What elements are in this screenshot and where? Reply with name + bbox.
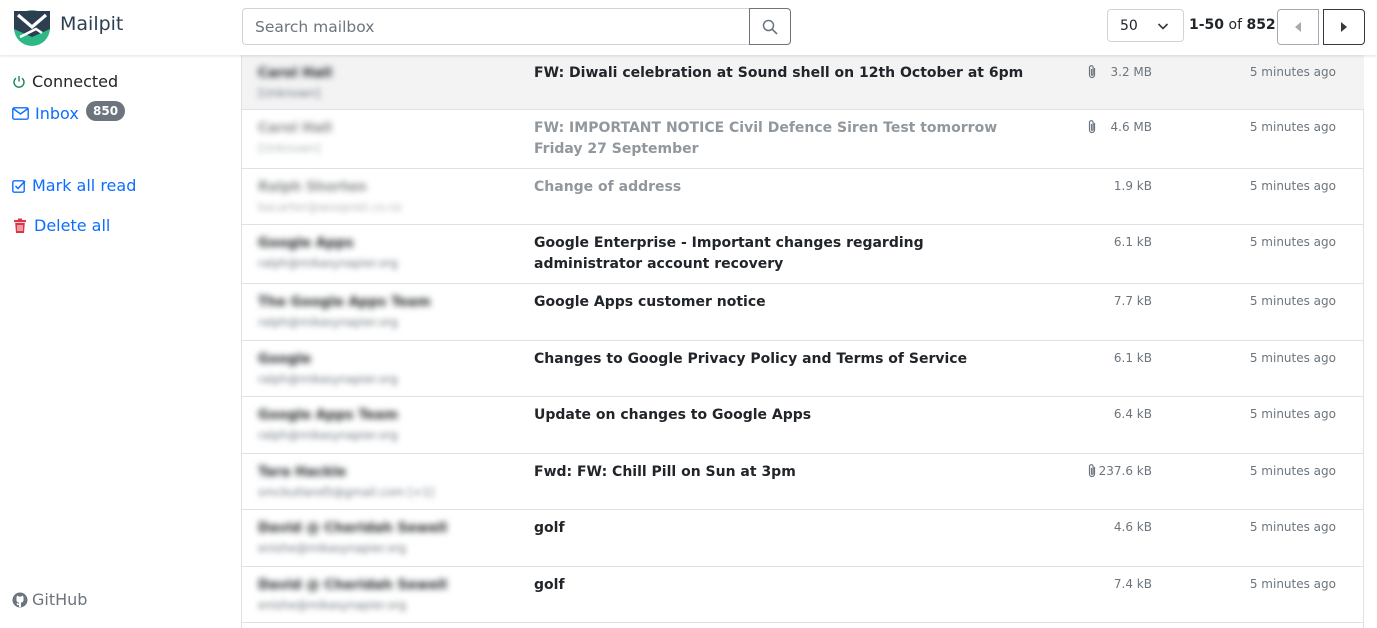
message-list: Carol Hall [Unknown] FW: Diwali celebratio… xyxy=(241,55,1364,628)
message-from-name: Google xyxy=(258,351,312,367)
search-icon xyxy=(762,19,778,35)
message-subject: Google Enterprise - Important changes re… xyxy=(534,235,924,272)
mailpit-logo-icon[interactable] xyxy=(12,7,52,47)
chevron-down-icon xyxy=(1157,23,1169,30)
message-from-name: The Google Apps Team xyxy=(258,294,431,310)
message-from-name: Tara Hackle xyxy=(258,464,347,480)
message-subject: FW: Diwali celebration at Sound shell on… xyxy=(534,65,1024,81)
message-row[interactable]: Carol Hall [Unknown] FW: IMPORTANT NOTICE … xyxy=(242,110,1364,169)
delete-all-button[interactable]: Delete all xyxy=(12,216,110,235)
message-from-email: enishe@mikasynapier.org xyxy=(258,598,407,612)
paperclip-icon xyxy=(1088,120,1096,134)
message-row[interactable]: Carol Hall [Unknown] FW: Diwali celebratio… xyxy=(242,55,1364,110)
message-row[interactable]: Ralph Shorten bacarter@woopnet.co.nz Chang… xyxy=(242,169,1364,225)
connection-status-label: Connected xyxy=(32,72,119,91)
message-from-name: Ralph Shorten xyxy=(258,179,367,195)
message-row[interactable]: Google Apps Team ralph@mikasynapier.org Up… xyxy=(242,397,1364,454)
mark-all-read-label: Mark all read xyxy=(32,176,137,195)
message-size: 7.4 kB xyxy=(1113,577,1152,591)
next-page-button[interactable] xyxy=(1323,9,1365,45)
github-link[interactable]: GitHub xyxy=(12,590,87,609)
message-time: 5 minutes ago xyxy=(1249,120,1336,134)
message-from-email: bacarter@woopnet.co.nz xyxy=(258,200,402,214)
power-icon xyxy=(13,75,25,88)
message-subject: Fwd: FW: Chill Pill on Sun at 3pm xyxy=(534,464,796,480)
paperclip-icon xyxy=(1088,464,1096,478)
paperclip-icon xyxy=(1088,65,1096,79)
message-size: 6.4 kB xyxy=(1113,407,1152,421)
message-time: 5 minutes ago xyxy=(1249,577,1336,591)
caret-left-icon xyxy=(1295,22,1301,32)
trash-icon xyxy=(14,218,26,233)
message-row[interactable]: Tara Hackle smcbutland5@gmail.com [+1] Fwd… xyxy=(242,454,1364,510)
message-time: 5 minutes ago xyxy=(1249,294,1336,308)
message-time: 5 minutes ago xyxy=(1249,464,1336,478)
message-from-email: smcbutland5@gmail.com [+1] xyxy=(258,485,434,499)
message-from-email: ralph@mikasynapier.org xyxy=(258,256,398,270)
message-size: 4.6 MB xyxy=(1110,120,1152,134)
pagination-of: of xyxy=(1228,17,1243,33)
message-from-name: Google Apps Team xyxy=(258,407,399,423)
check-square-icon xyxy=(12,179,26,193)
message-subject: golf xyxy=(534,577,565,593)
previous-page-button[interactable] xyxy=(1277,9,1319,45)
github-icon xyxy=(12,592,28,607)
message-from-email: enishe@mikasynapier.org xyxy=(258,541,407,555)
message-from-name: Carol Hall xyxy=(258,65,332,81)
message-time: 5 minutes ago xyxy=(1249,179,1336,193)
message-size: 1.9 kB xyxy=(1113,179,1152,193)
message-from-name: David @ Cheridah Sewell xyxy=(258,577,448,593)
message-subject: FW: IMPORTANT NOTICE Civil Defence Siren… xyxy=(534,120,998,157)
pagination-total: 852 xyxy=(1246,17,1276,33)
search-input[interactable] xyxy=(242,8,750,45)
connection-status: Connected xyxy=(12,72,118,91)
message-row[interactable]: Google Apps ralph@mikasynapier.org Google … xyxy=(242,225,1364,284)
message-size: 4.6 kB xyxy=(1113,520,1152,534)
message-time: 5 minutes ago xyxy=(1249,407,1336,421)
message-time: 5 minutes ago xyxy=(1249,351,1336,365)
message-subject: Update on changes to Google Apps xyxy=(534,407,812,423)
sidebar-item-inbox[interactable]: Inbox xyxy=(12,104,79,123)
caret-right-icon xyxy=(1341,22,1347,32)
message-subject: Google Apps customer notice xyxy=(534,294,766,310)
message-subject: Change of address xyxy=(534,179,682,195)
message-row[interactable]: David @ Cheridah Sewell enishe@mikasynapi… xyxy=(242,567,1364,623)
message-time: 5 minutes ago xyxy=(1249,520,1336,534)
pagination-info: 1-50 of 852 xyxy=(1189,17,1276,33)
message-size: 3.2 MB xyxy=(1110,65,1152,79)
github-label: GitHub xyxy=(32,590,88,609)
message-from-name: Google Apps xyxy=(258,235,354,251)
message-from-email: [Unknown] xyxy=(258,86,321,100)
sidebar-item-inbox-label: Inbox xyxy=(35,104,79,123)
message-size: 6.1 kB xyxy=(1113,235,1152,249)
message-time: 5 minutes ago xyxy=(1249,235,1336,249)
message-time: 5 minutes ago xyxy=(1249,65,1336,79)
message-from-email: [Unknown] xyxy=(258,141,321,155)
message-size: 6.1 kB xyxy=(1113,351,1152,365)
message-row[interactable]: The Google Apps Team ralph@mikasynapier.o… xyxy=(242,284,1364,341)
top-navbar: Mailpit 50 1-50 of 852 xyxy=(0,0,1377,55)
message-row[interactable]: David @ Cheridah Sewell enishe@mikasynapi… xyxy=(242,510,1364,567)
message-from-email: ralph@mikasynapier.org xyxy=(258,428,398,442)
message-from-email: ralph@mikasynapier.org xyxy=(258,372,398,386)
mark-all-read-button[interactable]: Mark all read xyxy=(12,176,136,195)
app-title[interactable]: Mailpit xyxy=(60,13,123,35)
pagination-range: 1-50 xyxy=(1189,17,1225,33)
message-size: 7.7 kB xyxy=(1113,294,1152,308)
sidebar: Connected Inbox 850 Mark all read Delete… xyxy=(0,55,230,628)
inbox-count-badge: 850 xyxy=(86,101,126,121)
message-from-email: ralph@mikasynapier.org xyxy=(258,315,398,329)
per-page-select[interactable]: 50 xyxy=(1107,9,1184,42)
message-subject: Changes to Google Privacy Policy and Ter… xyxy=(534,351,968,367)
message-subject: golf xyxy=(534,520,565,536)
message-row[interactable]: Google ralph@mikasynapier.org Changes to G… xyxy=(242,341,1364,397)
per-page-value: 50 xyxy=(1120,17,1138,34)
envelope-icon xyxy=(12,107,29,120)
delete-all-label: Delete all xyxy=(34,216,111,235)
message-from-name: Carol Hall xyxy=(258,120,332,136)
message-from-name: David @ Cheridah Sewell xyxy=(258,520,448,536)
message-size: 237.6 kB xyxy=(1098,464,1152,478)
search-button[interactable] xyxy=(749,8,791,45)
